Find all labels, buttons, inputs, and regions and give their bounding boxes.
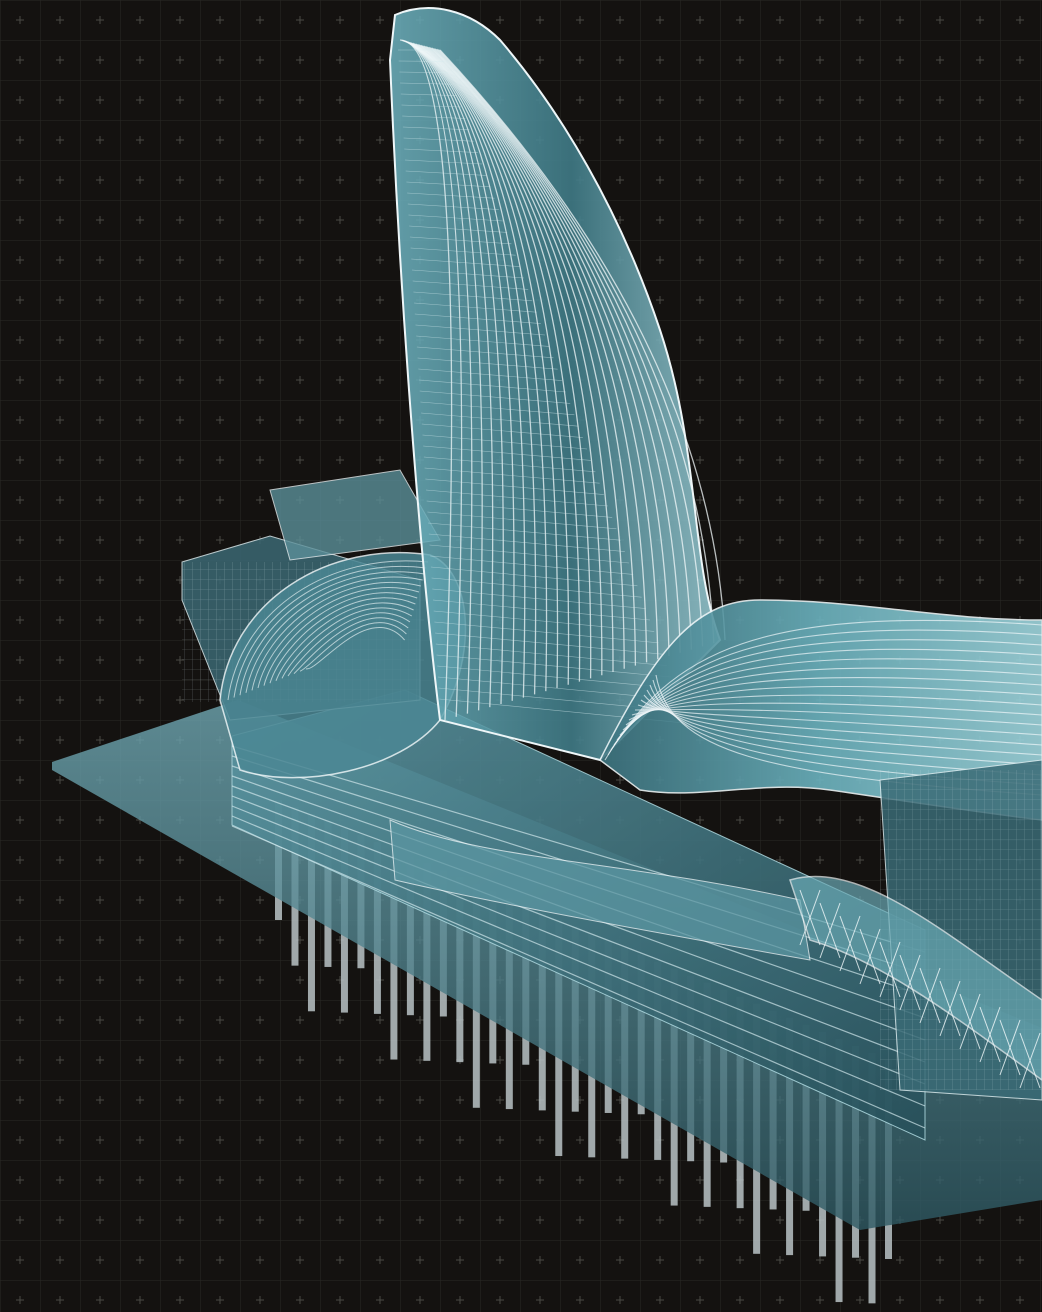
building-wireframe-illustration — [0, 0, 1042, 1312]
architectural-render — [0, 0, 1042, 1312]
